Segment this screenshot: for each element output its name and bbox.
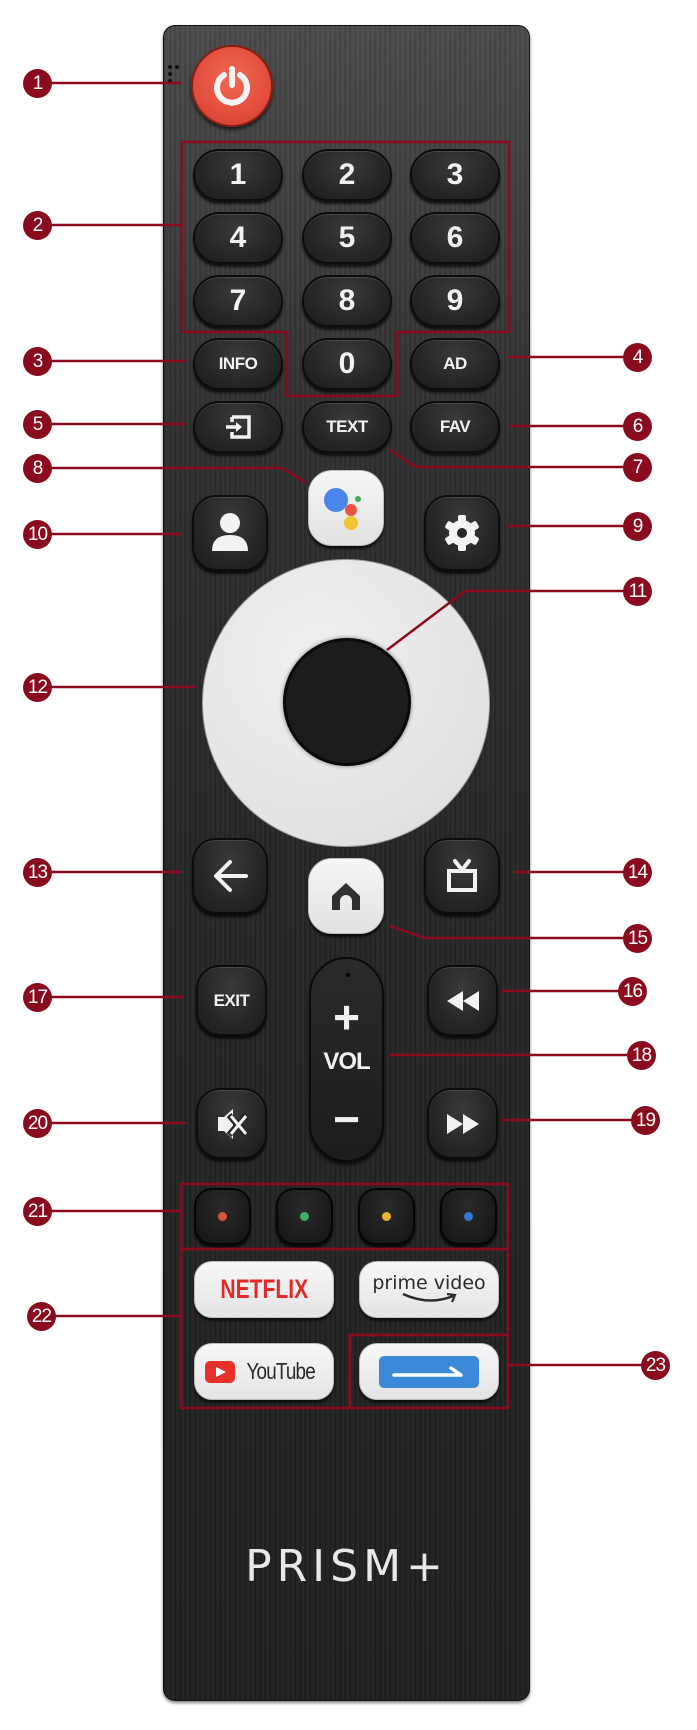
callout-5: 5 bbox=[23, 410, 52, 439]
yellow-key[interactable] bbox=[358, 1188, 415, 1245]
number-button-4[interactable]: 4 bbox=[193, 212, 283, 264]
callout-17: 17 bbox=[23, 983, 52, 1012]
google-assistant-icon bbox=[324, 488, 361, 530]
yellow-dot bbox=[382, 1212, 391, 1221]
number-button-8[interactable]: 8 bbox=[302, 275, 392, 327]
rewind-button[interactable] bbox=[427, 965, 498, 1036]
custom-app-button[interactable] bbox=[359, 1343, 499, 1400]
volume-rocker: + VOL − bbox=[309, 957, 384, 1162]
number-button-6[interactable]: 6 bbox=[410, 212, 500, 264]
input-source-icon bbox=[226, 415, 251, 439]
number-button-1[interactable]: 1 bbox=[193, 149, 283, 201]
callout-19: 19 bbox=[631, 1106, 660, 1135]
green-key[interactable] bbox=[276, 1188, 333, 1245]
blue-dot bbox=[464, 1212, 473, 1221]
callout-6: 6 bbox=[623, 412, 652, 441]
power-icon bbox=[214, 66, 250, 106]
ok-button[interactable] bbox=[283, 638, 411, 766]
callout-8: 8 bbox=[23, 454, 52, 483]
callout-14: 14 bbox=[623, 858, 652, 887]
fast-forward-button[interactable] bbox=[427, 1088, 498, 1159]
callout-1: 1 bbox=[23, 69, 52, 98]
number-button-7[interactable]: 7 bbox=[193, 275, 283, 327]
mute-button[interactable] bbox=[196, 1088, 267, 1159]
number-button-2[interactable]: 2 bbox=[302, 149, 392, 201]
home-button[interactable] bbox=[308, 858, 384, 934]
microphone-hole bbox=[346, 973, 350, 977]
red-key[interactable] bbox=[194, 1188, 251, 1245]
profile-button[interactable] bbox=[192, 495, 268, 571]
prime-video-logo: prime video bbox=[372, 1271, 486, 1294]
callout-18: 18 bbox=[627, 1041, 656, 1070]
input-source-button[interactable] bbox=[193, 401, 283, 453]
number-button-9[interactable]: 9 bbox=[410, 275, 500, 327]
power-button[interactable] bbox=[191, 45, 273, 127]
volume-down-button[interactable]: − bbox=[311, 1089, 382, 1149]
green-dot bbox=[300, 1212, 309, 1221]
callout-21: 21 bbox=[23, 1197, 52, 1226]
brand-logo: PRISM+ bbox=[245, 1541, 448, 1592]
callout-13: 13 bbox=[23, 858, 52, 887]
netflix-button[interactable]: NETFLIX bbox=[194, 1261, 334, 1318]
callout-10: 10 bbox=[23, 520, 52, 549]
callout-15: 15 bbox=[623, 924, 652, 953]
arrow-left-icon bbox=[214, 860, 248, 892]
callout-20: 20 bbox=[23, 1109, 52, 1138]
blue-key[interactable] bbox=[440, 1188, 497, 1245]
ad-button[interactable]: AD bbox=[410, 338, 500, 390]
google-assistant-button[interactable] bbox=[308, 470, 384, 546]
number-button-3[interactable]: 3 bbox=[410, 149, 500, 201]
info-button[interactable]: INFO bbox=[193, 338, 283, 390]
fast-forward-icon bbox=[446, 1113, 479, 1134]
gear-icon bbox=[445, 515, 479, 551]
rewind-icon bbox=[446, 990, 479, 1011]
callout-12: 12 bbox=[23, 673, 52, 702]
callout-4: 4 bbox=[623, 343, 652, 372]
tv-icon bbox=[447, 859, 477, 892]
callout-16: 16 bbox=[618, 977, 647, 1006]
text-button[interactable]: TEXT bbox=[302, 401, 392, 453]
home-icon bbox=[332, 883, 360, 910]
callout-22: 22 bbox=[27, 1302, 56, 1331]
youtube-button[interactable]: YouTube bbox=[194, 1343, 334, 1400]
braille-dots bbox=[168, 65, 182, 87]
prime-video-button[interactable]: prime video bbox=[359, 1261, 499, 1318]
callout-7: 7 bbox=[623, 453, 652, 482]
number-button-0[interactable]: 0 bbox=[302, 338, 392, 390]
volume-up-button[interactable]: + bbox=[311, 987, 382, 1047]
fav-button[interactable]: FAV bbox=[410, 401, 500, 453]
red-dot bbox=[218, 1212, 227, 1221]
youtube-logo-text: YouTube bbox=[246, 1358, 316, 1384]
mute-icon bbox=[217, 1108, 248, 1139]
back-button[interactable] bbox=[192, 838, 268, 914]
number-button-5[interactable]: 5 bbox=[302, 212, 392, 264]
user-profile-icon bbox=[212, 513, 248, 551]
live-tv-button[interactable] bbox=[424, 838, 500, 914]
netflix-logo: NETFLIX bbox=[220, 1274, 308, 1304]
callout-11: 11 bbox=[623, 577, 652, 606]
exit-button[interactable]: EXIT bbox=[196, 965, 267, 1036]
callout-9: 9 bbox=[623, 512, 652, 541]
callout-3: 3 bbox=[23, 347, 52, 376]
settings-button[interactable] bbox=[424, 495, 500, 571]
callout-2: 2 bbox=[23, 211, 52, 240]
youtube-play-icon bbox=[205, 1360, 236, 1383]
amazon-smile-icon bbox=[402, 1292, 457, 1302]
callout-23: 23 bbox=[641, 1351, 670, 1380]
volume-label: VOL bbox=[323, 1048, 370, 1075]
app-shortcut-icon bbox=[379, 1355, 479, 1388]
